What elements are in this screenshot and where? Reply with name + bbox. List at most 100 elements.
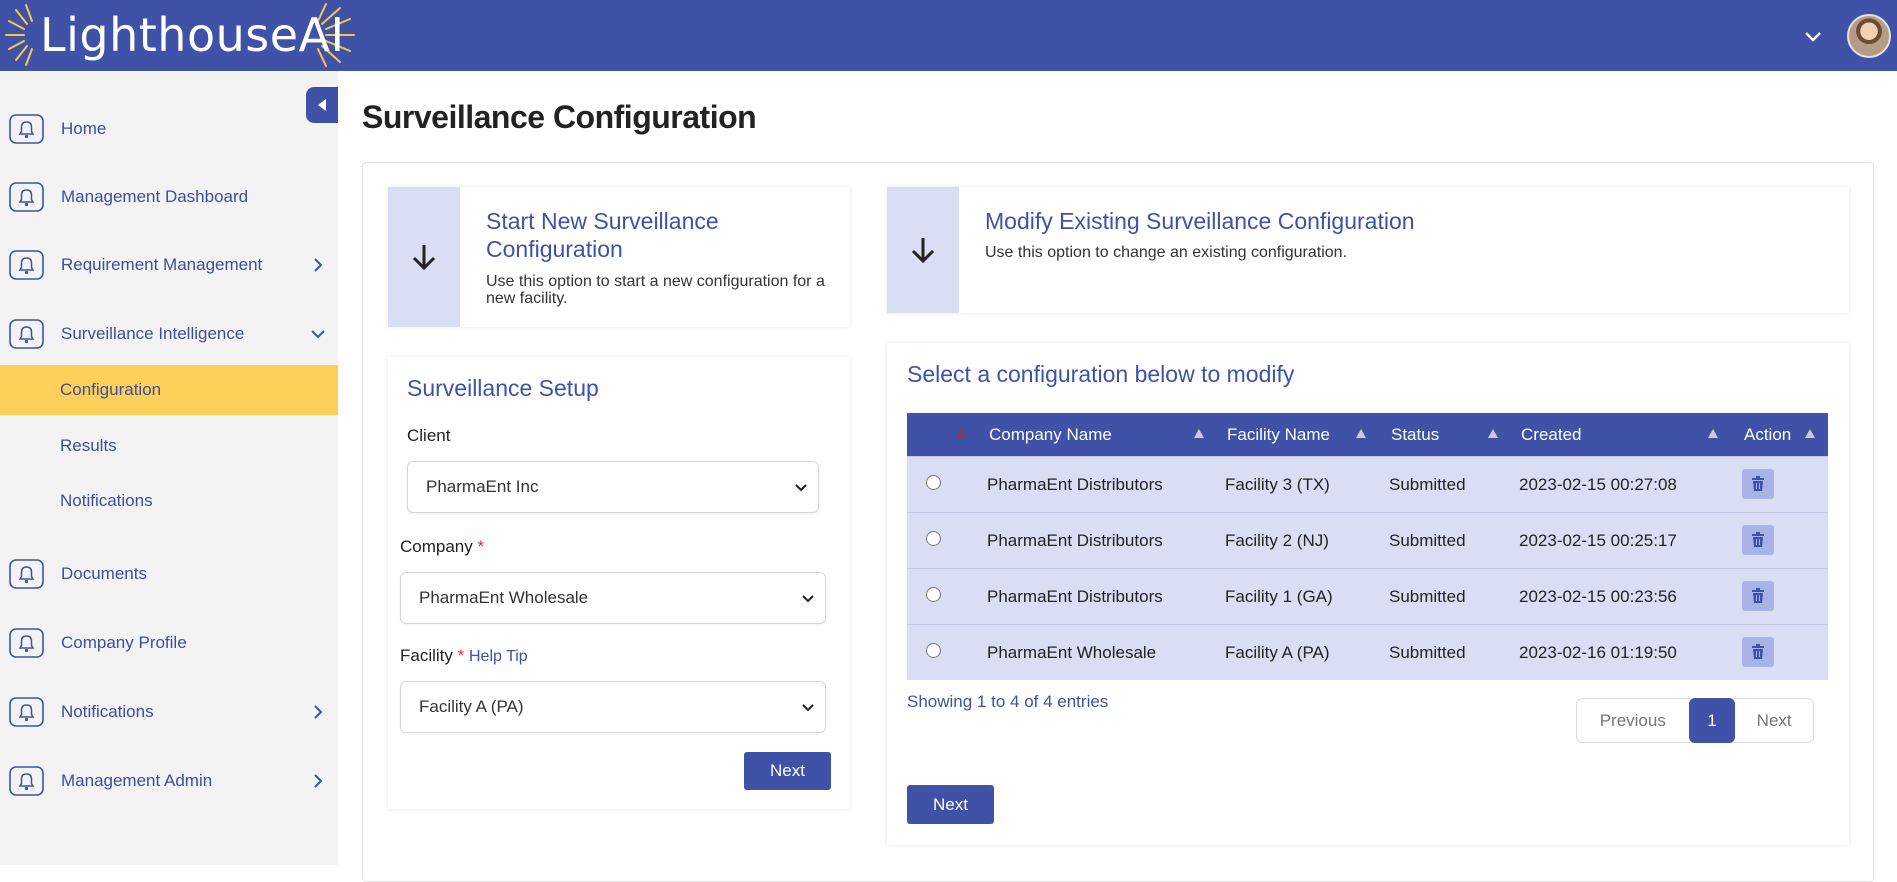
cell-status: Submitted	[1389, 531, 1466, 550]
column-header-status[interactable]: Status	[1391, 413, 1439, 456]
delete-button[interactable]	[1742, 637, 1774, 667]
delete-button[interactable]	[1742, 469, 1774, 499]
chevron-right-icon[interactable]	[308, 771, 328, 791]
logo-text: LighthouseAI	[40, 8, 345, 62]
column-header-facility[interactable]: Facility Name	[1227, 413, 1330, 456]
row-select-radio[interactable]	[926, 531, 941, 546]
chevron-right-icon[interactable]	[308, 702, 328, 722]
table-body: PharmaEnt Distributors Facility 3 (TX) Sub…	[907, 456, 1828, 680]
pagination-previous[interactable]: Previous	[1577, 699, 1689, 742]
row-select-radio[interactable]	[926, 587, 941, 602]
pagination-next[interactable]: Next	[1735, 699, 1813, 742]
start-new-description: Use this option to start a new configura…	[486, 273, 825, 307]
sort-icon[interactable]	[1193, 428, 1205, 439]
row-select-radio[interactable]	[926, 643, 941, 658]
table-header: Company Name Facility Name Status Create…	[907, 413, 1828, 456]
arrow-down-icon	[412, 245, 436, 271]
sidebar-subitem-results[interactable]: Results	[0, 421, 338, 471]
cell-status: Submitted	[1389, 475, 1466, 494]
arrow-down-icon	[911, 238, 935, 264]
setup-heading: Surveillance Setup	[407, 375, 599, 401]
sidebar-item-label: Requirement Management	[61, 255, 263, 274]
cell-status: Submitted	[1389, 587, 1466, 606]
bell-icon	[9, 182, 44, 212]
sidebar-subitem-configuration[interactable]: Configuration	[0, 365, 338, 415]
sidebar-item-documents[interactable]: Documents	[0, 552, 338, 596]
bell-icon	[9, 319, 44, 349]
facility-select-value: Facility A (PA)	[419, 697, 524, 716]
sort-asc-icon[interactable]	[955, 428, 967, 439]
delete-button[interactable]	[1742, 581, 1774, 611]
cell-company: PharmaEnt Distributors	[987, 475, 1163, 494]
sidebar-item-label: Home	[61, 119, 107, 138]
table-row[interactable]: PharmaEnt Distributors Facility 1 (GA) Sub…	[907, 568, 1828, 624]
chevron-down-icon[interactable]	[1801, 24, 1825, 48]
sidebar-item-management-dashboard[interactable]: Management Dashboard	[0, 175, 338, 219]
entries-info: Showing 1 to 4 of 4 entries	[907, 692, 1109, 711]
sort-icon[interactable]	[1804, 428, 1816, 439]
sidebar-item-surveillance-intelligence[interactable]: Surveillance Intelligence	[0, 312, 338, 356]
sidebar-subitem-label: Notifications	[60, 491, 153, 510]
company-label-text: Company	[400, 537, 473, 556]
setup-next-button[interactable]: Next	[744, 752, 831, 790]
sidebar-item-notifications[interactable]: Notifications	[0, 690, 338, 734]
sort-icon[interactable]	[1355, 428, 1367, 439]
bell-icon	[9, 628, 44, 658]
modify-existing-title: Modify Existing Surveillance Configurati…	[985, 208, 1415, 234]
cell-company: PharmaEnt Distributors	[987, 531, 1163, 550]
sidebar-item-label: Management Admin	[61, 771, 213, 790]
company-select[interactable]: PharmaEnt Wholesale	[400, 572, 826, 624]
sidebar-item-company-profile[interactable]: Company Profile	[0, 621, 338, 665]
pagination-page-1[interactable]: 1	[1688, 698, 1736, 743]
cell-status: Submitted	[1389, 643, 1466, 662]
sort-icon[interactable]	[1707, 428, 1719, 439]
surveillance-setup-card: Surveillance Setup Client PharmaEnt Inc …	[388, 357, 850, 809]
chevron-down-icon	[802, 595, 814, 603]
column-header-action: Action	[1744, 424, 1792, 444]
chevron-down-icon[interactable]	[308, 324, 328, 344]
client-label: Client	[407, 426, 451, 445]
sidebar-subitem-label: Results	[60, 436, 117, 455]
sidebar-item-label: Notifications	[61, 702, 154, 721]
table-row[interactable]: PharmaEnt Wholesale Facility A (PA) Submit…	[907, 624, 1828, 680]
sidebar-item-label: Company Profile	[61, 633, 187, 652]
user-avatar[interactable]	[1847, 13, 1891, 58]
table-row[interactable]: PharmaEnt Distributors Facility 3 (TX) Sub…	[907, 456, 1828, 512]
sidebar-item-label: Management Dashboard	[61, 187, 249, 206]
table-row[interactable]: PharmaEnt Distributors Facility 2 (NJ) Sub…	[907, 512, 1828, 568]
start-new-option-card[interactable]: Start New Surveillance Configuration Use…	[388, 187, 850, 327]
required-mark: *	[457, 646, 465, 665]
cell-facility: Facility A (PA)	[1225, 643, 1330, 662]
cell-company: PharmaEnt Wholesale	[987, 643, 1157, 662]
chevron-right-icon[interactable]	[308, 255, 328, 275]
cell-created: 2023-02-15 00:27:08	[1519, 475, 1677, 494]
chevron-down-icon	[795, 484, 807, 492]
client-select[interactable]: PharmaEnt Inc	[407, 461, 819, 513]
bell-icon	[9, 766, 44, 796]
bell-icon	[9, 697, 44, 727]
facility-label: Facility * Help Tip	[400, 646, 528, 666]
bell-icon	[9, 559, 44, 589]
facility-select[interactable]: Facility A (PA)	[400, 681, 826, 733]
header-user-area	[1801, 0, 1897, 71]
sidebar-item-label: Surveillance Intelligence	[61, 324, 245, 343]
sidebar-subitem-notifications[interactable]: Notifications	[0, 476, 338, 526]
sidebar-item-management-admin[interactable]: Management Admin	[0, 759, 338, 803]
modify-existing-option-card[interactable]: Modify Existing Surveillance Configurati…	[887, 187, 1849, 313]
cell-facility: Facility 2 (NJ)	[1225, 531, 1329, 550]
row-select-radio[interactable]	[926, 475, 941, 490]
help-tip-link[interactable]: Help Tip	[469, 648, 528, 665]
config-list-heading: Select a configuration below to modify	[907, 361, 1295, 387]
modify-next-button[interactable]: Next	[907, 785, 994, 824]
column-header-company[interactable]: Company Name	[989, 413, 1112, 456]
lighthouse-logo[interactable]: LighthouseAI	[4, 2, 355, 68]
pagination: Previous 1 Next	[1576, 698, 1814, 743]
sidebar-item-requirement-management[interactable]: Requirement Management	[0, 243, 338, 287]
delete-button[interactable]	[1742, 525, 1774, 555]
sidebar-subitem-label: Configuration	[60, 380, 162, 399]
page-title: Surveillance Configuration	[362, 99, 757, 135]
client-select-value: PharmaEnt Inc	[426, 477, 539, 496]
column-header-created[interactable]: Created	[1521, 413, 1581, 456]
sort-icon[interactable]	[1487, 428, 1499, 439]
sidebar-item-home[interactable]: Home	[0, 107, 338, 151]
